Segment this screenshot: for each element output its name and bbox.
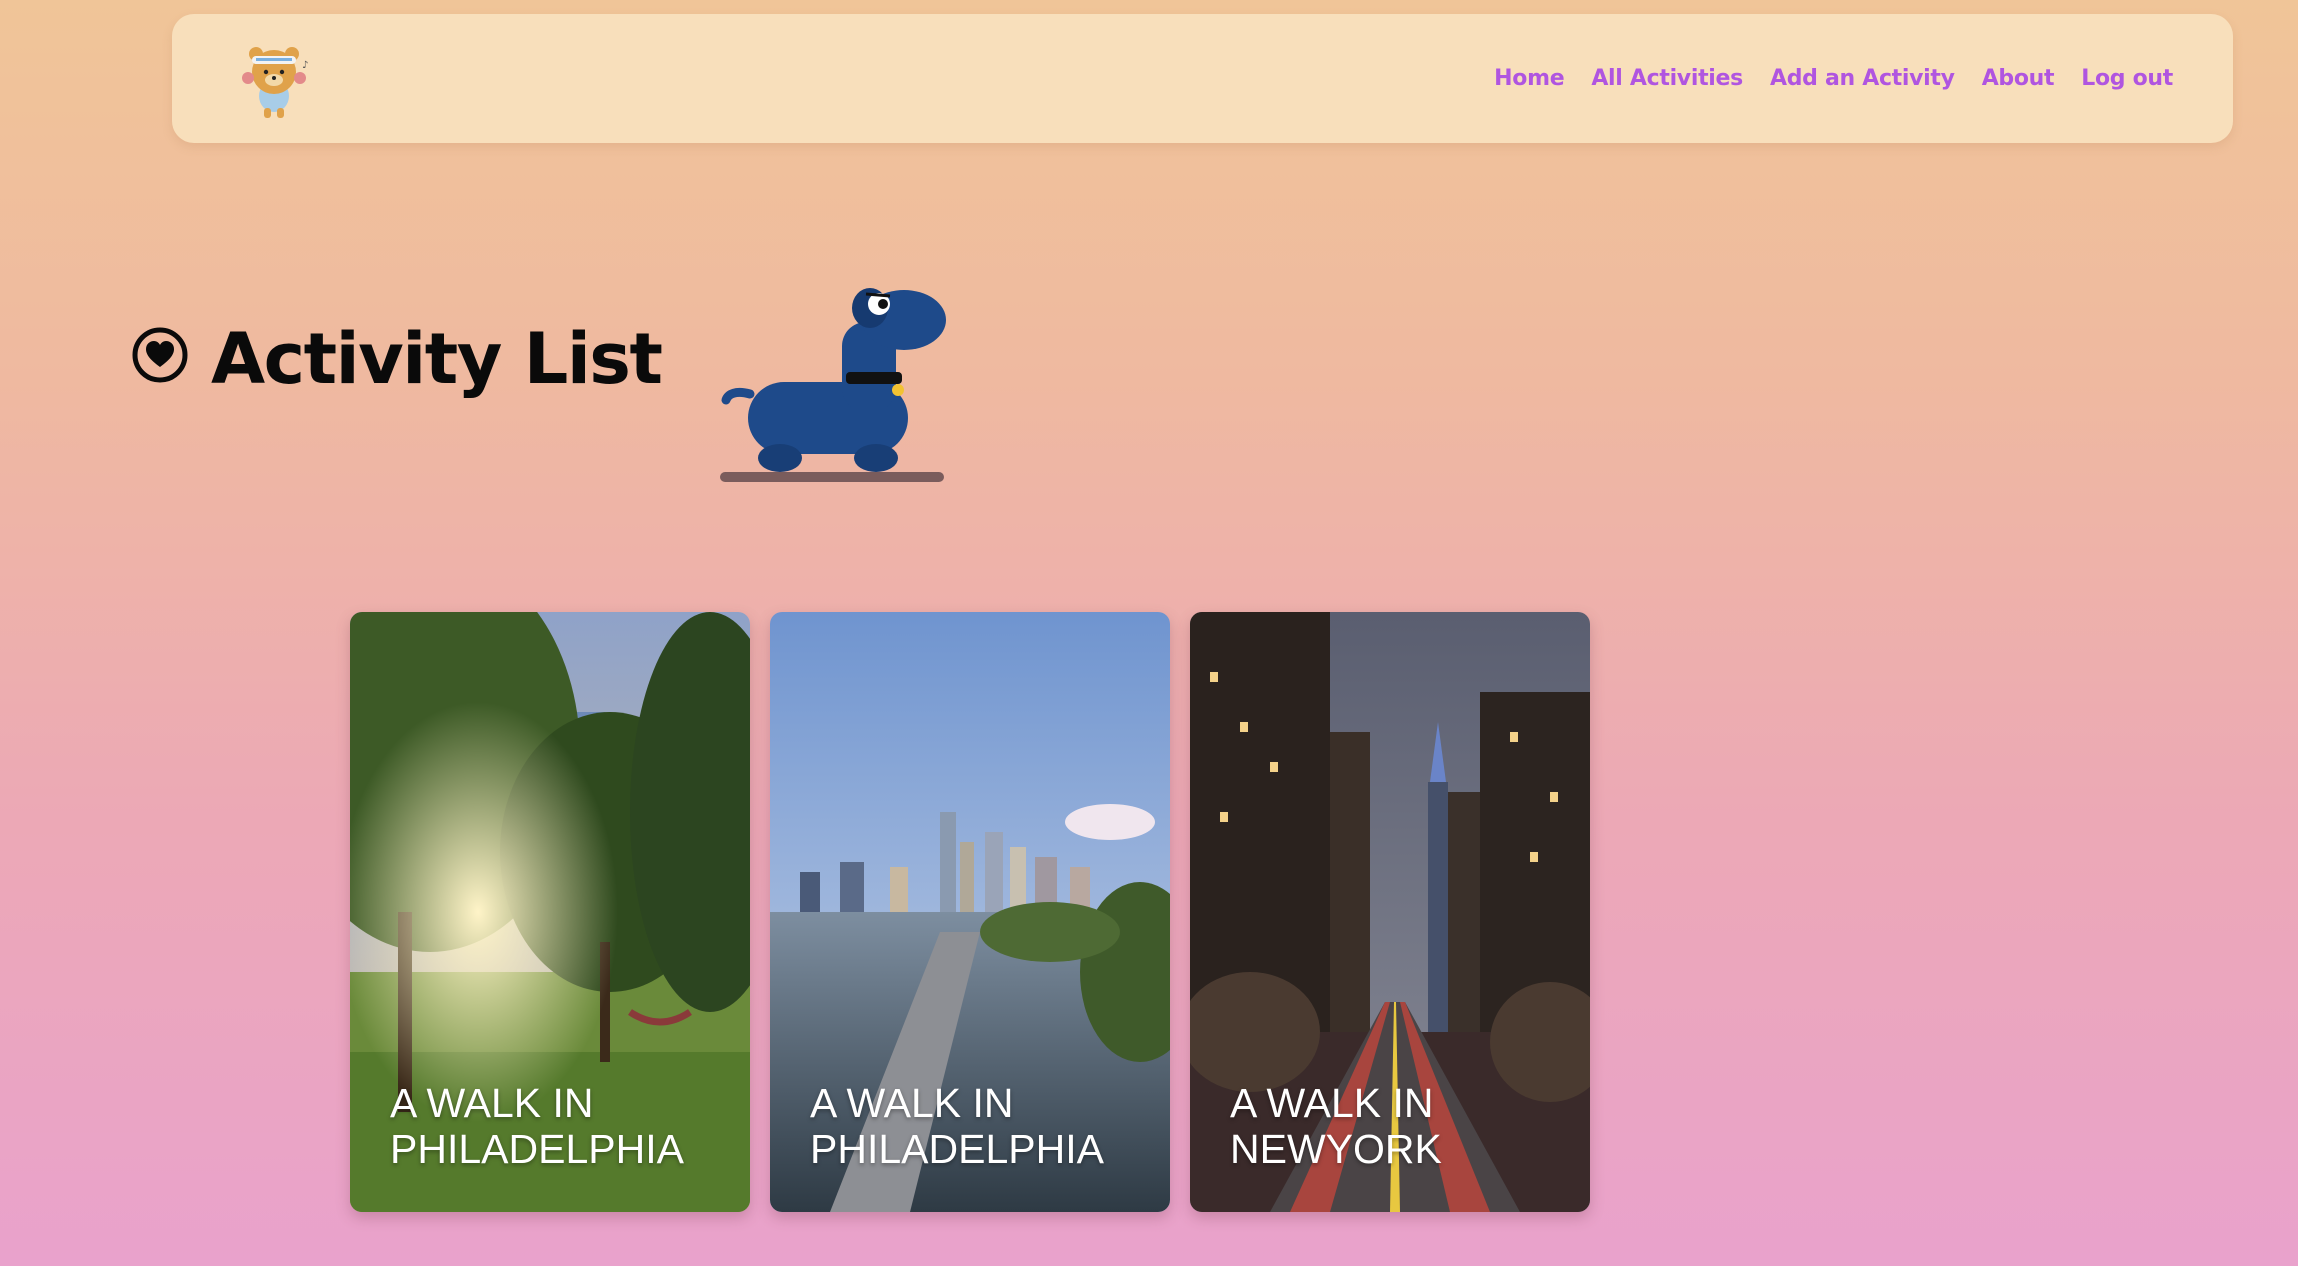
nav-link-about[interactable]: About xyxy=(1982,66,2055,91)
nav-link-home[interactable]: Home xyxy=(1494,66,1564,91)
activity-card-title: A WALK IN PHILADELPHIA xyxy=(810,1080,1104,1172)
navbar: ♪ Home All Activities Add an Activity Ab… xyxy=(172,14,2233,143)
activity-card[interactable]: A WALK IN PHILADELPHIA xyxy=(770,612,1170,1212)
svg-text:♪: ♪ xyxy=(302,60,308,71)
page-title: Activity List xyxy=(211,318,663,400)
activity-cards: A WALK IN PHILADELPHIA A WALK IN PHILADE… xyxy=(350,612,1590,1212)
nav-links: Home All Activities Add an Activity Abou… xyxy=(1494,14,2173,143)
nav-link-add-activity[interactable]: Add an Activity xyxy=(1770,66,1955,91)
activity-card-title: A WALK IN PHILADELPHIA xyxy=(390,1080,684,1172)
heart-circle-icon xyxy=(132,327,188,383)
activity-card-title: A WALK IN NEWYORK xyxy=(1230,1080,1442,1172)
bear-mascot-icon[interactable]: ♪ xyxy=(238,38,318,122)
nav-link-all-activities[interactable]: All Activities xyxy=(1591,66,1743,91)
nav-link-log-out[interactable]: Log out xyxy=(2081,66,2173,91)
activity-card[interactable]: A WALK IN NEWYORK xyxy=(1190,612,1590,1212)
page-heading: Activity List xyxy=(131,318,663,400)
blue-dog-walking-icon xyxy=(720,288,946,482)
activity-card[interactable]: A WALK IN PHILADELPHIA xyxy=(350,612,750,1212)
